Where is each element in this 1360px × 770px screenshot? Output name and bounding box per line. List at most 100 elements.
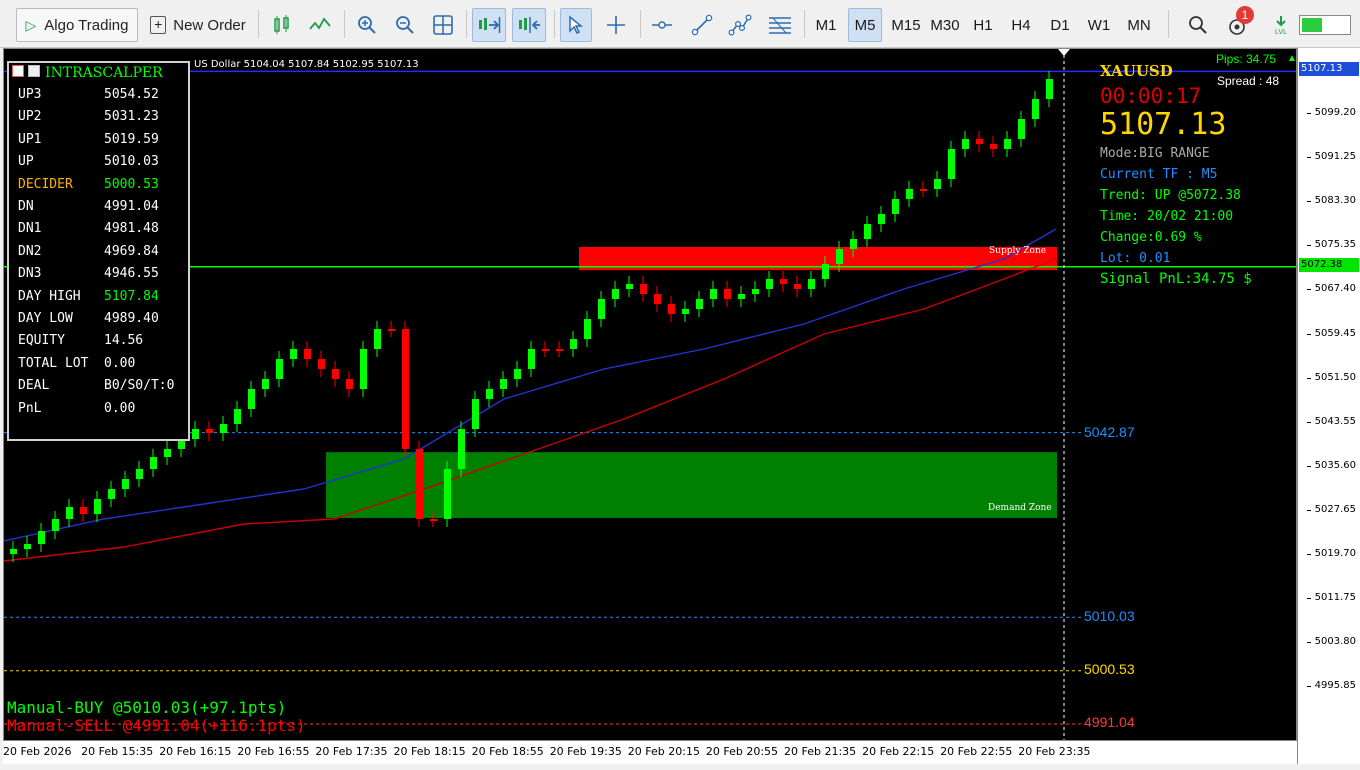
panel-row: DAY LOW 4989.40 <box>18 311 159 326</box>
signal-strength-icon[interactable]: LVL <box>1266 8 1296 42</box>
pips-up-icon: ▲ <box>1287 53 1297 64</box>
candle-body <box>416 449 423 519</box>
timeframe-d1[interactable]: D1 <box>1043 8 1077 42</box>
chart-area[interactable]: US Dollar 5104.04 5107.84 5102.95 5107.1… <box>3 48 1297 764</box>
panel-row: EQUITY 14.56 <box>18 333 143 349</box>
toolbar: ▷ Algo Trading + New Order M1 M5 M15 M30… <box>0 0 1360 48</box>
candle-body <box>808 279 815 289</box>
candle-body <box>94 499 101 514</box>
timeframe-mn[interactable]: MN <box>1120 8 1158 42</box>
signal-label: LVL <box>1275 28 1287 36</box>
horizontal-line-icon[interactable] <box>646 8 678 42</box>
timeframe-m15[interactable]: M15 <box>886 8 926 42</box>
trendline-icon[interactable] <box>686 8 718 42</box>
price-tick-label: 5091.25 <box>1306 151 1356 163</box>
candle-body <box>206 429 213 433</box>
search-icon[interactable] <box>1184 8 1212 42</box>
trend-price-tag: 5072.38 <box>1299 258 1359 272</box>
candle-body <box>290 349 297 359</box>
timeframe-h4[interactable]: H4 <box>1004 8 1038 42</box>
time-tick-label: 20 Feb 20:15 <box>627 745 700 758</box>
shapes-icon[interactable] <box>724 8 756 42</box>
candle-body <box>472 399 479 429</box>
demand-zone-label: Demand Zone <box>988 503 1052 513</box>
zoom-out-icon[interactable] <box>390 8 420 42</box>
candles-chart-icon[interactable] <box>266 8 298 42</box>
panel-row-label: UP <box>18 154 34 170</box>
toolbar-separator <box>1168 10 1169 38</box>
auto-scroll-icon[interactable] <box>472 8 506 42</box>
notifications-icon[interactable]: 1 <box>1222 6 1254 42</box>
panel-row-label: EQUITY <box>18 333 65 349</box>
cursor-icon[interactable] <box>560 8 592 42</box>
time-tick-label: 20 Feb 21:35 <box>784 745 857 758</box>
candle-body <box>836 249 843 264</box>
line-chart-icon[interactable] <box>304 8 336 42</box>
price-tick-label: 5019.70 <box>1306 548 1356 559</box>
candle-body <box>500 379 507 389</box>
panel-row-label: DN <box>18 199 34 214</box>
candle-body <box>444 469 451 519</box>
timeframe-label: M30 <box>930 16 960 34</box>
panel-title: INTRASCALPER <box>45 65 163 81</box>
zoom-in-icon[interactable] <box>352 8 382 42</box>
panel-row: UP2 5031.23 <box>18 109 159 124</box>
timeframe-m1[interactable]: M1 <box>810 8 842 42</box>
candle-body <box>164 449 171 457</box>
candle-body <box>136 469 143 479</box>
candle-body <box>640 284 647 294</box>
candle-body <box>1032 99 1039 119</box>
panel-row-label: DN3 <box>18 266 42 282</box>
panel-row: UP 5010.03 <box>18 154 159 170</box>
candle-body <box>626 284 633 289</box>
timeframe-label: D1 <box>1050 16 1070 34</box>
panel-row-value: 0.00 <box>104 355 136 371</box>
panel-row: DAY HIGH 5107.84 <box>18 288 159 304</box>
play-icon: ▷ <box>25 16 37 33</box>
panel-row-value: 5019.59 <box>104 131 159 147</box>
lot-label: Lot: 0.01 <box>1100 251 1171 266</box>
price-axis[interactable]: 5099.20 5091.25 5083.30 5075.35 5067.40 5059.… <box>1297 48 1360 764</box>
candle-body <box>234 409 241 424</box>
panel-row: TOTAL LOT 0.00 <box>18 356 135 371</box>
price-tick-label: 5027.65 <box>1306 503 1356 515</box>
crosshair-icon[interactable] <box>600 8 632 42</box>
chart-shift-icon[interactable] <box>512 8 546 42</box>
tile-windows-icon[interactable] <box>428 8 458 42</box>
new-order-button[interactable]: + New Order <box>146 8 250 42</box>
timeframe-h1[interactable]: H1 <box>966 8 1000 42</box>
candle-body <box>52 519 59 531</box>
timeframe-w1[interactable]: W1 <box>1082 8 1116 42</box>
candle-body <box>906 189 913 199</box>
change-label: Change:0.69 % <box>1100 230 1202 245</box>
timeframe-m30[interactable]: M30 <box>926 8 964 42</box>
panel-row: UP3 5054.52 <box>18 87 159 102</box>
time-tick-label: 20 Feb 20:55 <box>705 745 779 758</box>
candle-body <box>794 284 801 289</box>
time-tick-label: 20 Feb 18:15 <box>393 745 466 758</box>
timeframe-m5[interactable]: M5 <box>848 8 882 42</box>
candle-body <box>66 507 73 519</box>
candle-body <box>430 519 437 521</box>
panel-row-label: DAY HIGH <box>18 288 81 304</box>
algo-trading-button[interactable]: ▷ Algo Trading <box>16 8 138 42</box>
toolbar-separator <box>804 10 805 38</box>
candle-body <box>122 479 129 489</box>
panel-row-value: 4969.84 <box>104 243 159 259</box>
panel-row-label: DN1 <box>18 221 42 237</box>
candle-body <box>24 544 31 549</box>
level-label-4991: 4991.04 <box>1084 714 1135 730</box>
panel-row-value: B0/S0/T:0 <box>104 378 175 394</box>
fibonacci-icon[interactable] <box>764 8 796 42</box>
panel-row-label: DN2 <box>18 243 42 259</box>
notification-badge: 1 <box>1236 6 1254 24</box>
new-order-label: New Order <box>173 16 246 34</box>
candle-body <box>682 309 689 314</box>
level-label-5000: 5000.53 <box>1084 661 1135 677</box>
timeframe-label: M15 <box>891 16 921 34</box>
toolbar-separator <box>258 10 259 38</box>
candle-body <box>948 149 955 179</box>
time-tick-label: 20 Feb 16:15 <box>159 745 232 758</box>
time-axis[interactable]: 20 Feb 2026 20 Feb 15:35 20 Feb 16:15 20 Fe… <box>3 740 1297 764</box>
time-tick-label: 20 Feb 16:55 <box>237 745 310 758</box>
